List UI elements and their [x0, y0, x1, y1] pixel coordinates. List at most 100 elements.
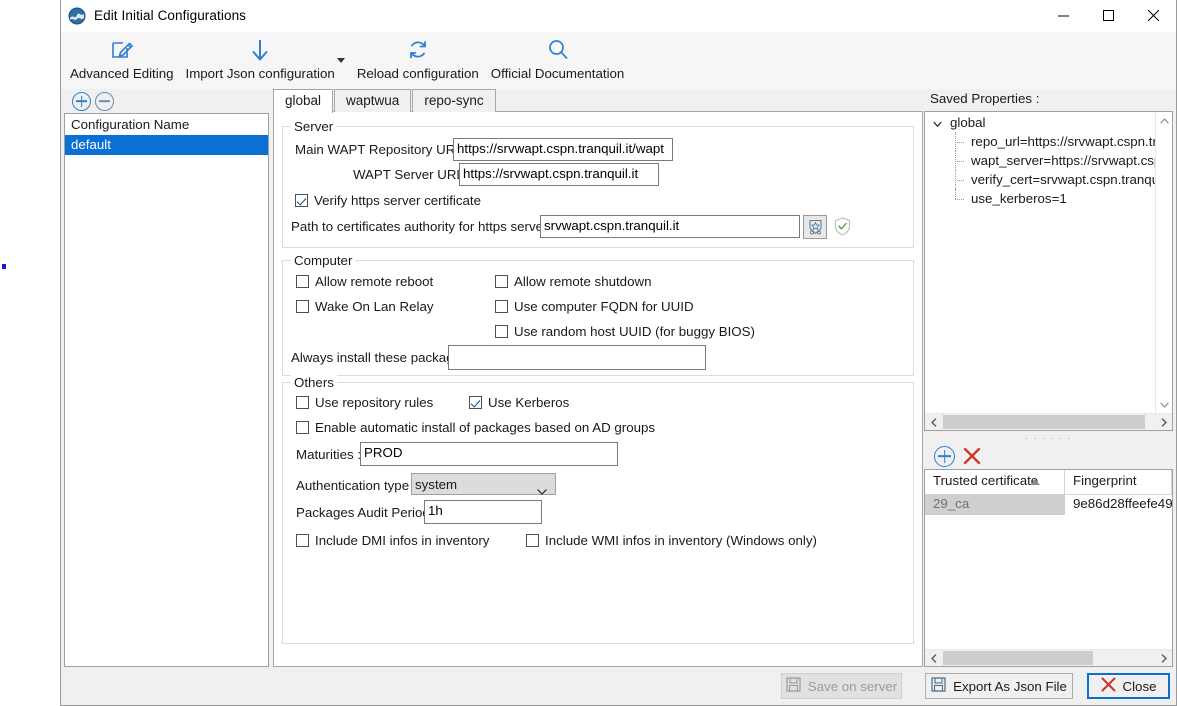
verify-https-certificate-label: Verify https server certificate	[314, 193, 482, 208]
scroll-right-icon[interactable]	[1155, 414, 1172, 430]
packages-audit-period-input[interactable]: 1h	[424, 500, 542, 524]
certificates-horizontal-scrollbar[interactable]	[925, 649, 1172, 666]
verify-https-certificate-checkbox[interactable]: Verify https server certificate	[295, 193, 481, 208]
tree-item-verify-cert[interactable]: verify_cert=srvwapt.cspn.tranquil.it	[925, 170, 1155, 189]
scroll-down-icon[interactable]	[1156, 396, 1172, 413]
edit-initial-configurations-window: Edit Initial Configurations Advanced Edi…	[60, 0, 1177, 706]
maturities-input[interactable]: PROD	[360, 442, 618, 466]
tree-horizontal-scrollbar[interactable]	[925, 413, 1172, 430]
authentication-type-label: Authentication type :	[296, 478, 417, 493]
delete-certificate-button[interactable]	[963, 447, 981, 465]
tree-item-repo-url[interactable]: repo_url=https://srvwapt.cspn.tranqu	[925, 132, 1155, 151]
use-computer-fqdn-checkbox[interactable]: Use computer FQDN for UUID	[495, 299, 694, 314]
use-kerberos-checkbox-box	[469, 396, 482, 409]
floppy-save-icon	[786, 677, 801, 695]
wapt-server-url-input[interactable]: https://srvwapt.cspn.tranquil.it	[459, 163, 659, 186]
mouse-cursor-artifact	[2, 264, 6, 269]
search-icon	[545, 36, 571, 64]
splitter-grip: · · · · · ·	[1025, 433, 1072, 443]
column-header-fingerprint-label: Fingerprint	[1073, 473, 1137, 488]
toolbar-reload-configuration[interactable]: Reload configuration	[351, 32, 485, 85]
include-wmi-infos-checkbox[interactable]: Include WMI infos in inventory (Windows …	[526, 533, 817, 548]
packages-audit-period-label: Packages Audit Period :	[296, 505, 438, 520]
ca-path-input[interactable]: srvwapt.cspn.tranquil.it	[540, 215, 800, 238]
authentication-type-select[interactable]: system	[411, 473, 556, 495]
add-configuration-button[interactable]	[72, 91, 91, 111]
main-repo-url-input[interactable]: https://srvwapt.cspn.tranquil.it/wapt	[453, 138, 673, 161]
maturities-label: Maturities :	[296, 447, 362, 462]
pencil-edit-icon	[109, 36, 135, 64]
use-repository-rules-checkbox[interactable]: Use repository rules	[296, 395, 433, 410]
body-area: Configuration Name default global waptwu…	[61, 89, 1176, 705]
certificate-badge-icon[interactable]	[803, 215, 827, 239]
certificates-grid-header: Trusted certificate Fingerprint	[925, 470, 1172, 495]
configuration-list[interactable]: Configuration Name default	[64, 113, 269, 667]
tree-hscroll-thumb[interactable]	[943, 415, 1145, 429]
toolbar-official-documentation-label: Official Documentation	[490, 66, 625, 81]
trusted-certificates-grid[interactable]: Trusted certificate Fingerprint 29_ca 9e…	[924, 469, 1173, 667]
save-on-server-button[interactable]: Save on server	[781, 673, 902, 699]
window-controls	[1041, 0, 1176, 31]
wake-on-lan-relay-label: Wake On Lan Relay	[315, 299, 434, 314]
configuration-list-item-default[interactable]: default	[65, 135, 268, 155]
verify-https-certificate-checkbox-box	[295, 194, 308, 207]
column-header-trusted-certificate[interactable]: Trusted certificate	[925, 470, 1065, 494]
toolbar-import-json-configuration[interactable]: Import Json configuration	[180, 32, 345, 85]
use-repository-rules-checkbox-box	[296, 396, 309, 409]
scroll-left-icon[interactable]	[925, 650, 942, 666]
tab-panel-global: Server Main WAPT Repository URL : https:…	[273, 111, 923, 667]
allow-remote-shutdown-checkbox[interactable]: Allow remote shutdown	[495, 274, 651, 289]
allow-remote-reboot-label: Allow remote reboot	[315, 274, 434, 289]
allow-remote-reboot-checkbox[interactable]: Allow remote reboot	[296, 274, 433, 289]
use-kerberos-checkbox[interactable]: Use Kerberos	[469, 395, 569, 410]
tree-vertical-scrollbar[interactable]	[1155, 112, 1172, 413]
use-computer-fqdn-label: Use computer FQDN for UUID	[514, 299, 694, 314]
ad-groups-auto-install-checkbox[interactable]: Enable automatic install of packages bas…	[296, 420, 655, 435]
include-dmi-infos-checkbox[interactable]: Include DMI infos in inventory	[296, 533, 489, 548]
save-on-server-label: Save on server	[807, 678, 898, 694]
ad-groups-auto-install-checkbox-box	[296, 421, 309, 434]
configuration-name-column-header: Configuration Name	[65, 114, 268, 135]
tree-node-global[interactable]: global	[925, 112, 1155, 132]
chevron-down-icon[interactable]	[336, 58, 345, 63]
wapt-server-url-label: WAPT Server URL :	[353, 167, 471, 182]
toolbar-official-documentation[interactable]: Official Documentation	[485, 32, 631, 85]
tree-item-use-kerberos[interactable]: use_kerberos=1	[925, 189, 1155, 208]
certificate-row[interactable]: 29_ca 9e86d28ffeefe49e4b	[925, 495, 1172, 515]
server-group: Server Main WAPT Repository URL : https:…	[282, 119, 914, 248]
certificate-name-cell: 29_ca	[925, 495, 1065, 515]
chevron-down-icon[interactable]	[933, 117, 942, 128]
certificates-hscroll-thumb[interactable]	[943, 651, 1093, 665]
title-bar: Edit Initial Configurations	[61, 0, 1176, 32]
tab-global[interactable]: global	[273, 89, 334, 113]
shield-check-icon	[832, 215, 852, 237]
export-as-json-file-button[interactable]: Export As Json File	[925, 673, 1073, 699]
panel-splitter[interactable]: · · · · · ·	[924, 433, 1173, 443]
tree-item-wapt-server[interactable]: wapt_server=https://srvwapt.cspn.tra	[925, 151, 1155, 170]
add-certificate-button[interactable]	[934, 445, 955, 467]
always-install-packages-input[interactable]	[448, 345, 706, 370]
computer-group: Computer Allow remote reboot Allow remot…	[282, 253, 914, 376]
column-header-fingerprint[interactable]: Fingerprint	[1065, 470, 1172, 494]
red-x-icon	[1101, 677, 1116, 695]
include-dmi-infos-label: Include DMI infos in inventory	[315, 533, 490, 548]
close-button[interactable]: Close	[1087, 673, 1170, 699]
use-random-host-uuid-checkbox[interactable]: Use random host UUID (for buggy BIOS)	[495, 324, 755, 339]
remove-configuration-button[interactable]	[95, 91, 114, 111]
close-window-button[interactable]	[1131, 0, 1176, 31]
tab-repo-sync[interactable]: repo-sync	[412, 89, 496, 112]
main-repo-url-label: Main WAPT Repository URL :	[295, 142, 470, 157]
scroll-right-icon[interactable]	[1155, 650, 1172, 666]
toolbar-advanced-editing[interactable]: Advanced Editing	[64, 32, 180, 85]
maximize-button[interactable]	[1086, 0, 1131, 31]
saved-properties-tree[interactable]: global repo_url=https://srvwapt.cspn.tra…	[924, 111, 1173, 431]
toolbar-import-json-label: Import Json configuration	[185, 66, 335, 81]
include-wmi-infos-label: Include WMI infos in inventory (Windows …	[545, 533, 817, 548]
scroll-left-icon[interactable]	[925, 414, 942, 430]
tab-waptwua[interactable]: waptwua	[334, 89, 412, 112]
scroll-up-icon[interactable]	[1156, 112, 1172, 129]
server-group-label: Server	[291, 119, 337, 134]
minimize-button[interactable]	[1041, 0, 1086, 31]
wake-on-lan-relay-checkbox[interactable]: Wake On Lan Relay	[296, 299, 434, 314]
use-random-host-uuid-label: Use random host UUID (for buggy BIOS)	[514, 324, 755, 339]
